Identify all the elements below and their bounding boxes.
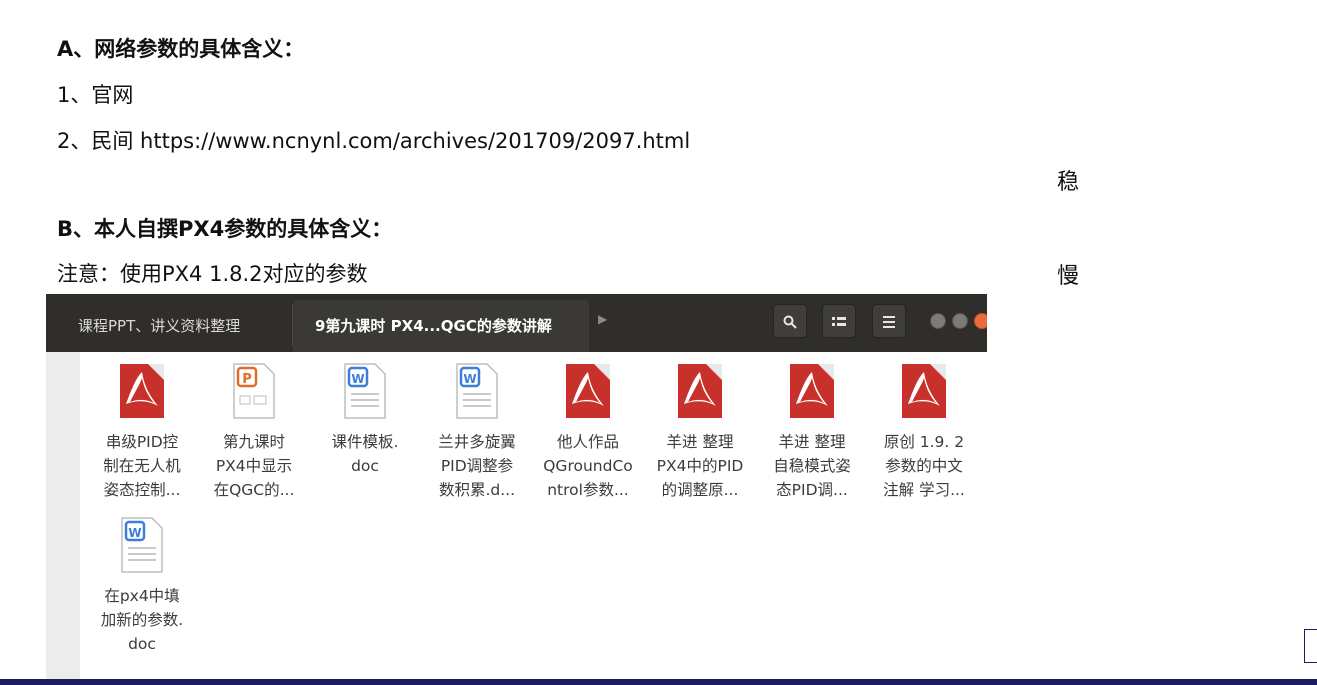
item-community-link[interactable]: 2、民间 https://www.ncnynl.com/archives/201… <box>57 125 690 155</box>
menu-button[interactable] <box>872 304 906 338</box>
side-char-2: 慢 <box>1057 264 1080 289</box>
file-item[interactable]: P 第九课时 PX4中显示 在QGC的... <box>200 362 308 502</box>
item-official: 1、官网 <box>57 83 134 107</box>
file-item[interactable]: 串级PID控 制在无人机 姿态控制... <box>88 362 196 502</box>
hamburger-menu-icon <box>883 316 895 328</box>
search-icon <box>783 315 797 329</box>
file-name: 羊进 整理 自稳模式姿 态PID调... <box>773 433 851 499</box>
ppt-file-icon: P <box>233 363 275 419</box>
file-item[interactable]: W 在px4中填 加新的参数. doc <box>88 516 196 656</box>
file-name: 在px4中填 加新的参数. doc <box>100 587 184 653</box>
svg-text:W: W <box>128 526 141 540</box>
file-manager-window: 课程PPT、讲义资料整理 9第九课时 PX4...QGC的参数讲解 ▶ 串级PI… <box>46 294 987 680</box>
view-toggle-button[interactable] <box>822 304 856 338</box>
side-char-1: 稳 <box>1057 170 1080 195</box>
svg-text:W: W <box>351 372 364 386</box>
tab-scroll-right-icon[interactable]: ▶ <box>598 312 607 326</box>
svg-text:W: W <box>463 372 476 386</box>
pdf-file-icon <box>790 364 834 418</box>
file-name: 课件模板. doc <box>331 433 399 475</box>
file-item[interactable]: 他人作品 QGroundCo ntrol参数... <box>534 362 642 502</box>
title-bar: 课程PPT、讲义资料整理 9第九课时 PX4...QGC的参数讲解 ▶ <box>46 294 987 352</box>
pdf-file-icon <box>566 364 610 418</box>
file-grid: 串级PID控 制在无人机 姿态控制... P 第九课时 PX4中显示 在QGC的… <box>80 352 987 680</box>
search-button[interactable] <box>773 304 807 338</box>
file-name: 串级PID控 制在无人机 姿态控制... <box>103 433 181 499</box>
doc-file-icon: W <box>456 363 498 419</box>
list-view-icon <box>832 317 846 326</box>
file-name: 羊进 整理 PX4中的PID 的调整原... <box>656 433 744 499</box>
tab-label: 9第九课时 PX4...QGC的参数讲解 <box>315 317 552 335</box>
bottom-bar <box>0 679 1317 685</box>
file-item[interactable]: W 兰井多旋翼 PID调整参 数积累.d... <box>423 362 531 502</box>
file-name: 第九课时 PX4中显示 在QGC的... <box>213 433 295 499</box>
pdf-file-icon <box>902 364 946 418</box>
tab-course-materials[interactable]: 课程PPT、讲义资料整理 <box>56 300 292 352</box>
heading-b: B、本人自撰PX4参数的具体含义： <box>57 217 393 241</box>
doc-file-icon: W <box>344 363 386 419</box>
file-item[interactable]: 羊进 整理 PX4中的PID 的调整原... <box>646 362 754 502</box>
heading-a: A、网络参数的具体含义： <box>57 37 305 61</box>
doc-file-icon: W <box>121 517 163 573</box>
file-item[interactable]: 羊进 整理 自稳模式姿 态PID调... <box>758 362 866 502</box>
sidebar <box>46 352 80 680</box>
tab-label: 课程PPT、讲义资料整理 <box>78 317 241 335</box>
pdf-file-icon <box>120 364 164 418</box>
minimize-button[interactable] <box>930 313 946 329</box>
tab-lesson-9[interactable]: 9第九课时 PX4...QGC的参数讲解 <box>293 300 589 352</box>
pdf-file-icon <box>678 364 722 418</box>
note-text: 注意：使用PX4 1.8.2对应的参数 <box>57 262 368 286</box>
svg-text:P: P <box>242 372 252 387</box>
close-button[interactable] <box>974 313 987 329</box>
file-name: 原创 1.9. 2 参数的中文 注解 学习... <box>883 433 965 499</box>
file-item[interactable]: 原创 1.9. 2 参数的中文 注解 学习... <box>870 362 978 502</box>
file-name: 兰井多旋翼 PID调整参 数积累.d... <box>438 433 516 499</box>
page-corner-icon <box>1304 629 1317 663</box>
maximize-button[interactable] <box>952 313 968 329</box>
file-item[interactable]: W 课件模板. doc <box>311 362 419 478</box>
file-name: 他人作品 QGroundCo ntrol参数... <box>543 433 633 499</box>
